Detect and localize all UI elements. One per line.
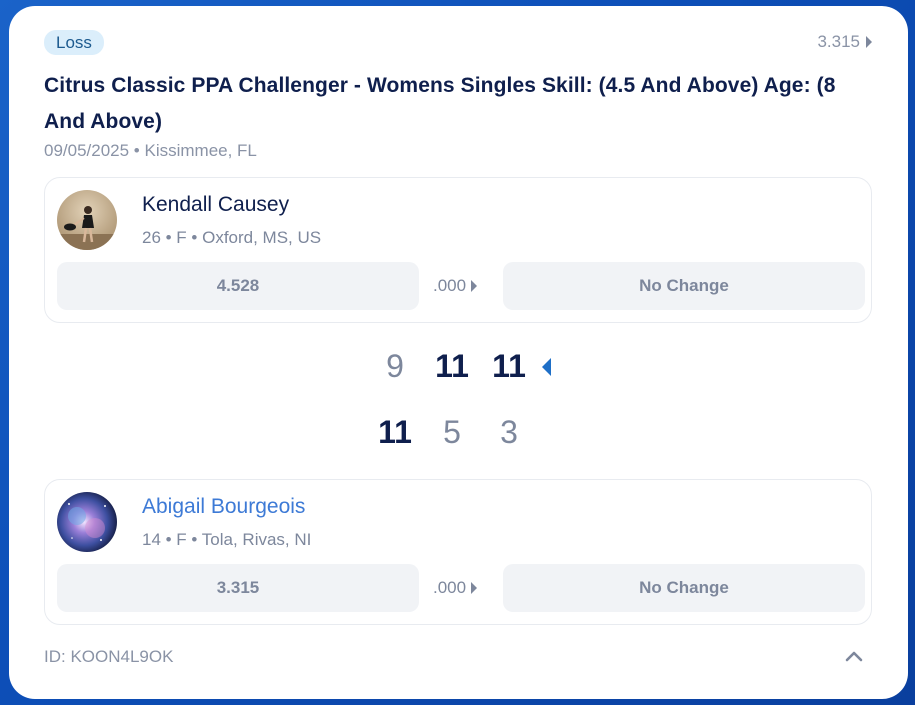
rating-change: No Change <box>503 564 865 612</box>
game-score: 11 <box>492 348 526 384</box>
result-badge: Loss <box>44 29 104 55</box>
score-row-top: 9 11 11 <box>9 348 908 385</box>
score-row-bottom: 11 5 3 <box>9 414 908 451</box>
opponent-rating-link[interactable]: 3.315 <box>817 32 872 52</box>
chevron-up-icon[interactable] <box>845 650 863 662</box>
caret-right-icon <box>471 280 478 292</box>
player-rating: 3.315 <box>57 564 419 612</box>
player-rating: 4.528 <box>57 262 419 310</box>
rating-delta-value: .000 <box>433 578 467 597</box>
rating-change: No Change <box>503 262 865 310</box>
player-name[interactable]: Kendall Causey <box>142 193 289 217</box>
rating-delta-link[interactable]: .000 <box>433 262 478 310</box>
avatar <box>57 492 117 552</box>
caret-right-icon <box>471 582 478 594</box>
game-score: 11 <box>378 414 412 450</box>
event-meta: 09/05/2025 • Kissimmee, FL <box>44 141 257 160</box>
player-card-1: Kendall Causey 26 • F • Oxford, MS, US 4… <box>44 177 872 323</box>
player-name[interactable]: Abigail Bourgeois <box>142 495 305 519</box>
caret-right-icon <box>866 36 872 48</box>
game-score: 3 <box>500 414 518 450</box>
match-card: Loss 3.315 Citrus Classic PPA Challenger… <box>9 6 908 699</box>
winner-indicator-icon <box>541 357 551 376</box>
game-score: 11 <box>435 348 469 384</box>
rating-delta-link[interactable]: .000 <box>433 564 478 612</box>
player-info: 14 • F • Tola, Rivas, NI <box>142 530 312 549</box>
rating-delta-value: .000 <box>433 276 467 295</box>
match-id: ID: KOON4L9OK <box>44 647 174 666</box>
avatar <box>57 190 117 250</box>
game-score: 5 <box>443 414 461 450</box>
player-card-2: Abigail Bourgeois 14 • F • Tola, Rivas, … <box>44 479 872 625</box>
opponent-rating-value: 3.315 <box>817 32 860 51</box>
card-header: Loss 3.315 <box>44 29 872 55</box>
player-info: 26 • F • Oxford, MS, US <box>142 228 322 247</box>
event-title: Citrus Classic PPA Challenger - Womens S… <box>44 74 836 133</box>
game-score: 9 <box>386 348 404 384</box>
